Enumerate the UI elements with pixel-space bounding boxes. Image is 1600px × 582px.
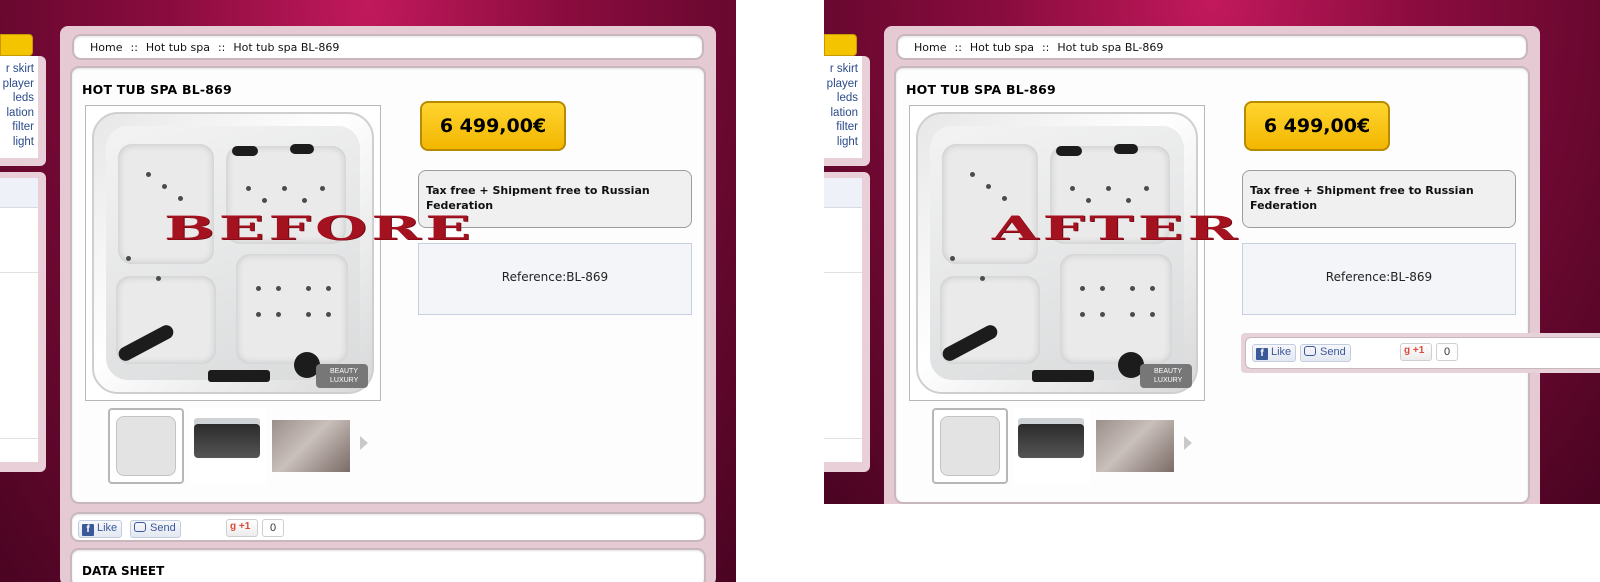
sidebar-link[interactable]: r skirt [827,62,858,77]
price-badge: 6 499,00€ [1244,101,1390,151]
breadcrumb-current: Hot tub spa BL-869 [233,41,340,54]
brand-logo: BEAUTY LUXURY [1140,364,1192,388]
product-box: HOT TUB SPA BL-869 BEAUTY LUXURY 6 499,0… [894,66,1530,504]
product-title: HOT TUB SPA BL-869 [82,82,232,97]
sidebar-option-list: r skirt player leds lation filter light [3,62,34,150]
sidebar-link[interactable]: light [3,135,34,150]
thumbnail-detail-view[interactable] [272,420,350,472]
sidebar-link[interactable]: leds [3,91,34,106]
google-plus-one-button[interactable]: g +1 [1400,343,1432,361]
after-label: AFTER [992,209,1242,248]
speech-bubble-icon [1304,346,1316,356]
thumbnail-next-arrow-icon[interactable] [360,436,368,450]
breadcrumb: Home:: Hot tub spa:: Hot tub spa BL-869 [896,34,1528,60]
breadcrumb-home[interactable]: Home [90,41,122,54]
sidebar-link[interactable]: filter [3,120,34,135]
tax-shipping-note: Tax free + Shipment free to Russian Fede… [1242,170,1516,228]
price-badge: 6 499,00€ [420,101,566,151]
divider [824,272,862,273]
google-plus-count: 0 [1436,343,1458,361]
thumbnail-detail-view[interactable] [1096,420,1174,472]
sidebar-box-header [0,178,38,208]
breadcrumb-separator: :: [130,41,138,54]
breadcrumb-home[interactable]: Home [914,41,946,54]
product-title: HOT TUB SPA BL-869 [906,82,1056,97]
product-main-image[interactable]: BEAUTY LUXURY [909,105,1205,401]
sidebar-link[interactable]: lation [3,106,35,121]
product-reference: Reference:BL-869 [1242,243,1516,315]
facebook-send-button[interactable]: Send [130,520,181,538]
breadcrumb: Home:: Hot tub spa:: Hot tub spa BL-869 [72,34,704,60]
facebook-like-button[interactable]: f Like [1252,344,1297,362]
before-screenshot: r skirt player leds lation filter light … [0,0,736,582]
sidebar-link[interactable]: lation [827,106,859,121]
breadcrumb-current: Hot tub spa BL-869 [1057,41,1164,54]
product-main-image[interactable]: BEAUTY LUXURY [85,105,381,401]
sidebar-option-list: r skirt player leds lation filter light [827,62,858,150]
divider [0,272,38,273]
breadcrumb-category[interactable]: Hot tub spa [970,41,1034,54]
thumbnail-next-arrow-icon[interactable] [1184,436,1192,450]
sidebar-box-header [824,178,862,208]
breadcrumb-separator: :: [954,41,962,54]
data-sheet-title: DATA SHEET [82,564,165,578]
social-share-bar: f Like Send g +1 0 [70,512,706,542]
social-share-bar: f Like Send g +1 0 [1241,333,1600,373]
before-label: BEFORE [164,209,475,248]
google-plus-icon: g [230,521,239,532]
sidebar-options-box: r skirt player leds lation filter light [824,56,870,166]
google-plus-count: 0 [262,519,284,537]
thumbnail-top-view[interactable] [108,408,184,484]
facebook-like-button[interactable]: f Like [78,520,123,538]
sidebar-secondary-box [0,172,46,472]
breadcrumb-category[interactable]: Hot tub spa [146,41,210,54]
divider [824,438,862,439]
sidebar-yellow-tab[interactable] [824,34,857,56]
thumbnail-strip [108,408,368,486]
speech-bubble-icon [134,522,146,532]
hot-tub-illustration: BEAUTY LUXURY [916,112,1198,394]
sidebar-link[interactable]: light [827,135,858,150]
product-box: HOT TUB SPA BL-869 BEAUTY LUXURY 6 499,0… [70,66,706,504]
facebook-icon: f [1256,348,1268,360]
sidebar-link[interactable]: r skirt [3,62,34,77]
data-sheet-box: DATA SHEET [70,548,706,582]
google-plus-one-button[interactable]: g +1 [226,519,258,537]
sidebar-yellow-tab[interactable] [0,34,33,56]
facebook-icon: f [82,524,94,536]
facebook-send-button[interactable]: Send [1300,344,1351,362]
breadcrumb-separator: :: [217,41,226,54]
thumbnail-side-view[interactable] [190,408,266,484]
thumbnail-strip [932,408,1192,486]
after-screenshot: r skirt player leds lation filter light … [824,0,1600,504]
thumbnail-side-view[interactable] [1014,408,1090,484]
breadcrumb-separator: :: [1041,41,1050,54]
sidebar-options-box: r skirt player leds lation filter light [0,56,46,166]
sidebar-link[interactable]: player [3,77,34,92]
sidebar-secondary-box [824,172,870,472]
sidebar-link[interactable]: player [827,77,858,92]
sidebar-link[interactable]: filter [827,120,858,135]
divider [0,438,38,439]
product-reference: Reference:BL-869 [418,243,692,315]
google-plus-icon: g [1404,345,1413,356]
sidebar-link[interactable]: leds [827,91,858,106]
brand-logo: BEAUTY LUXURY [316,364,368,388]
thumbnail-top-view[interactable] [932,408,1008,484]
hot-tub-illustration: BEAUTY LUXURY [92,112,374,394]
